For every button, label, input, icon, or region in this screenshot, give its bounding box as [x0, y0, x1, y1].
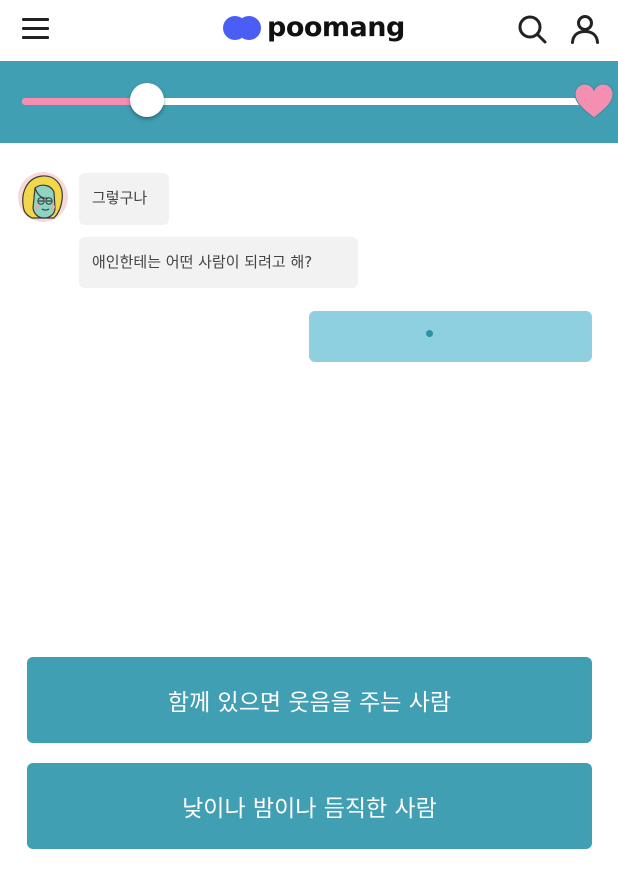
search-icon[interactable] — [517, 14, 547, 44]
heart-icon — [572, 81, 616, 121]
brand-name: poomang — [267, 12, 405, 43]
answer-option-button[interactable]: 함께 있으면 웃음을 주는 사람 — [27, 657, 592, 743]
progress-track — [22, 98, 592, 105]
poomang-logo-icon — [222, 14, 262, 42]
top-header: poomang — [0, 0, 618, 61]
character-avatar-icon — [18, 172, 68, 222]
brand-logo[interactable]: poomang — [222, 12, 405, 44]
progress-band — [0, 61, 618, 143]
answer-option-button[interactable]: 낮이나 밤이나 듬직한 사람 — [27, 763, 592, 849]
typing-indicator-icon — [426, 330, 433, 337]
progress-fill — [22, 98, 148, 105]
menu-icon[interactable] — [22, 16, 50, 40]
chat-message: 그렇구나 — [79, 173, 169, 225]
chat-message: 애인한테는 어떤 사람이 되려고 해? — [79, 237, 358, 288]
user-reply-bubble — [309, 311, 592, 362]
user-icon[interactable] — [570, 14, 600, 44]
progress-knob[interactable] — [130, 83, 165, 117]
